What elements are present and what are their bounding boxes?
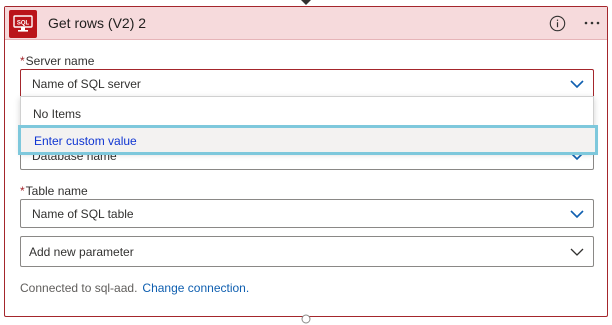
card-header[interactable]: SQL Get rows (V2) 2 — [5, 7, 607, 40]
required-marker: * — [20, 54, 25, 68]
chevron-down-icon — [570, 80, 584, 89]
server-name-dropdown[interactable]: Name of SQL server — [20, 69, 594, 98]
sql-icon-text: SQL — [17, 21, 30, 27]
add-new-parameter-dropdown[interactable]: Add new parameter — [20, 236, 594, 267]
chevron-down-icon — [570, 248, 584, 256]
server-name-label-text: Server name — [25, 54, 95, 68]
info-icon[interactable] — [549, 15, 566, 32]
option-no-items: No Items — [33, 107, 82, 121]
connected-text: Connected to sql-aad. — [20, 281, 138, 295]
table-name-placeholder: Name of SQL table — [32, 207, 134, 221]
action-card: SQL Get rows (V2) 2 *Server name Name of… — [4, 6, 608, 317]
connection-info: Connected to sql-aad. Change connection. — [20, 281, 249, 295]
server-name-placeholder: Name of SQL server — [32, 77, 141, 91]
card-title: Get rows (V2) 2 — [48, 15, 147, 31]
connector-arrow-bottom — [301, 314, 311, 324]
sql-server-icon: SQL — [9, 10, 37, 38]
table-name-dropdown[interactable]: Name of SQL table — [20, 199, 594, 228]
change-connection-link[interactable]: Change connection. — [142, 281, 249, 295]
required-marker: * — [20, 184, 25, 198]
server-name-options-list: No Items Enter custom value — [18, 96, 598, 155]
table-name-label-text: Table name — [25, 184, 88, 198]
chevron-down-icon — [570, 210, 584, 219]
table-name-label: *Table name — [20, 184, 88, 198]
option-enter-custom-value[interactable]: Enter custom value — [18, 125, 598, 155]
more-options-icon[interactable] — [583, 16, 601, 30]
add-new-parameter-placeholder: Add new parameter — [29, 245, 134, 259]
server-name-label: *Server name — [20, 54, 94, 68]
